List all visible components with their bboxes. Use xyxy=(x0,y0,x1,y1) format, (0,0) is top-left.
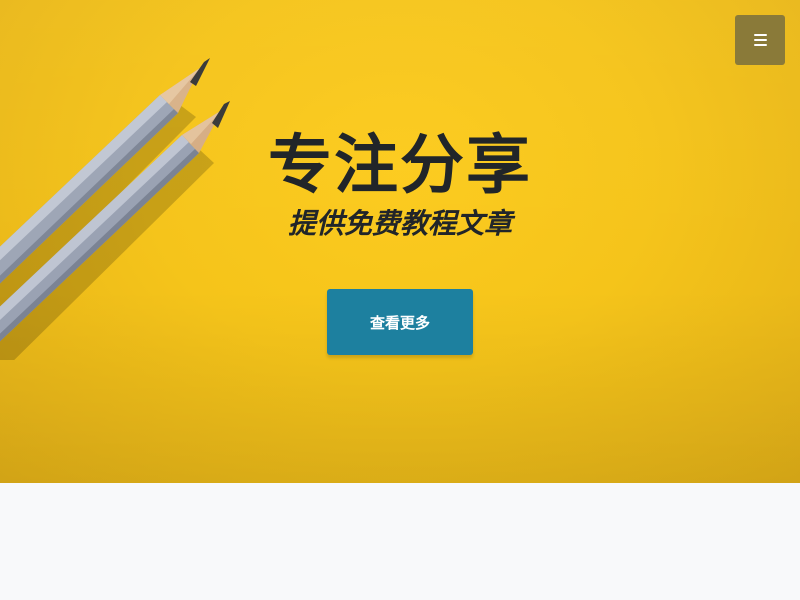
hero-subtitle: 提供免费教程文章 xyxy=(287,207,512,240)
hero-section: 专注分享 提供免费教程文章 查看更多 xyxy=(0,0,800,483)
hamburger-menu-icon xyxy=(753,34,767,46)
view-more-button[interactable]: 查看更多 xyxy=(327,289,473,355)
menu-toggle-button[interactable] xyxy=(735,15,785,65)
hero-title: 专注分享 xyxy=(268,129,532,203)
content-section xyxy=(0,483,800,600)
